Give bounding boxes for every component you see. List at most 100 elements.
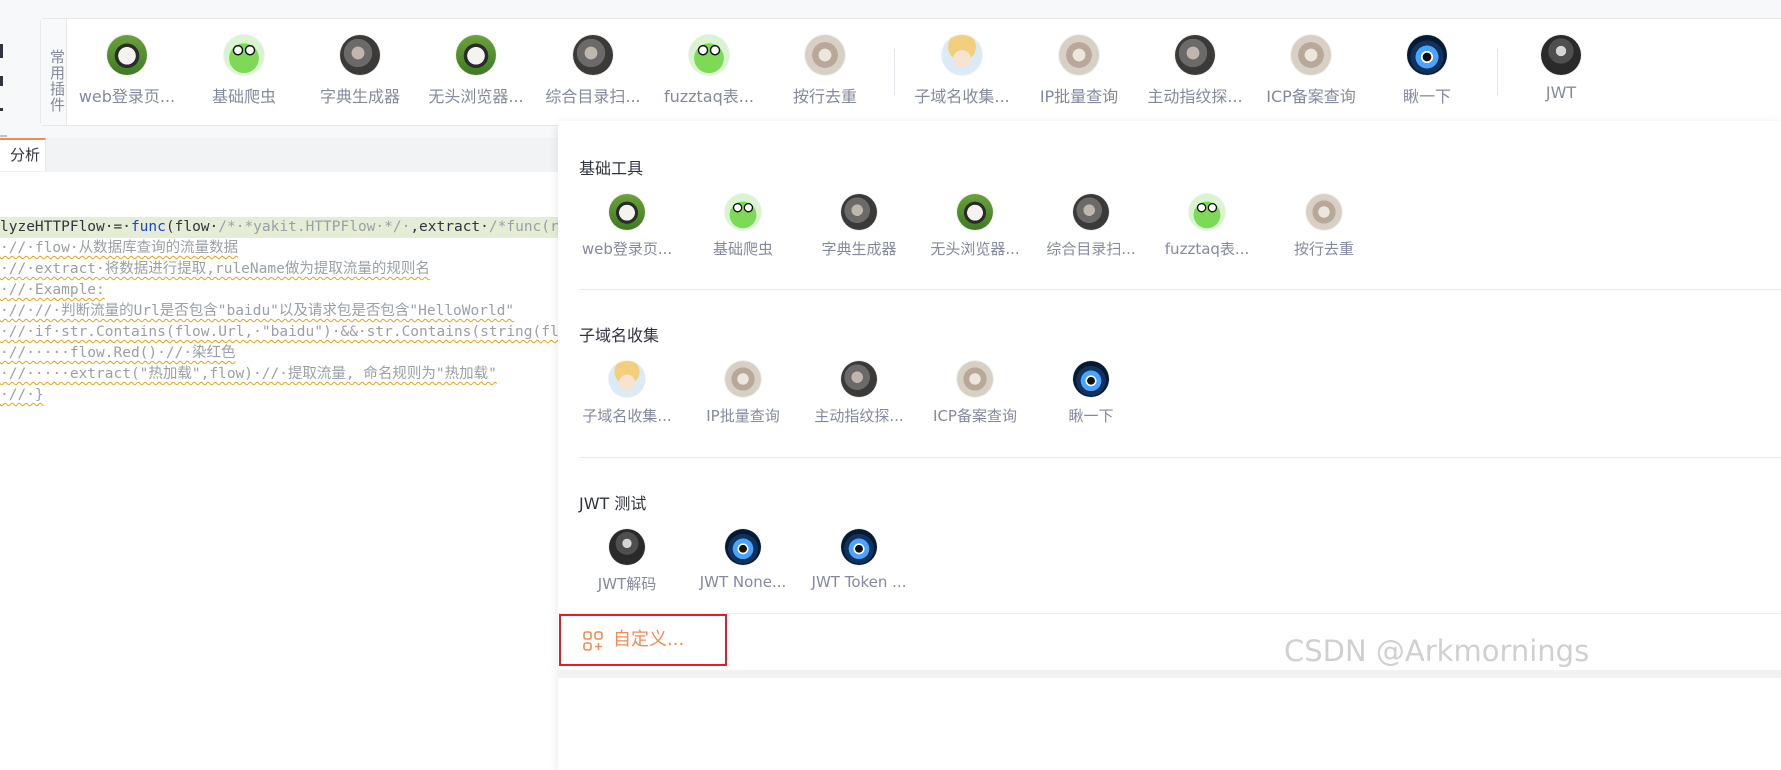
plugin-item[interactable]: 按行去重 <box>763 35 887 107</box>
code-token: lyzeHTTPFlow·=· <box>0 219 131 235</box>
code-line: lyzeHTTPFlow·=·func(flow·/*·*yakit.HTTPF… <box>0 217 560 238</box>
plugin-avatar-icon <box>942 35 982 75</box>
common-plugins-bar: 常用插件 web登录页... 基础爬虫 字典生成器 无头浏览器... 综合目录扫... f… <box>40 18 1781 126</box>
plugin-avatar-icon <box>725 194 761 230</box>
code-line: ·//·····flow.Red()·//·染红色 <box>0 343 236 364</box>
panel-plugin-item[interactable]: fuzztaq表... <box>1149 194 1265 259</box>
edge-glyph <box>0 44 3 58</box>
plugin-avatar-icon <box>841 529 877 565</box>
bottom-strip <box>558 670 1781 678</box>
plugin-label: 无头浏览器... <box>428 87 524 106</box>
code-token: func <box>130 219 166 235</box>
plugin-label: 子域名收集... <box>582 407 672 425</box>
plugin-item[interactable]: IP批量查询 <box>1017 35 1141 107</box>
panel-plugin-item[interactable]: JWT解码 <box>569 529 685 594</box>
plugin-avatar-icon <box>689 35 729 75</box>
panel-plugin-item[interactable]: 基础爬虫 <box>685 194 801 259</box>
plugin-avatar-icon <box>725 529 761 565</box>
plugin-avatar-icon <box>573 35 613 75</box>
code-line: ·//·extract·将数据进行提取,ruleName做为提取流量的规则名 <box>0 259 430 280</box>
plugin-label: 综合目录扫... <box>545 87 641 106</box>
plugin-avatar-icon <box>1541 35 1581 75</box>
plugin-label: 综合目录扫... <box>1046 240 1136 258</box>
plugin-label: JWT <box>1545 83 1577 102</box>
panel-plugin-item[interactable]: ICP备案查询 <box>917 361 1033 426</box>
plugin-avatar-icon <box>1073 194 1109 230</box>
tab-analyzer[interactable]: 分析器 <box>0 138 46 194</box>
plugin-avatar-icon <box>957 361 993 397</box>
panel-plugin-item[interactable]: 瞅一下 <box>1033 361 1149 426</box>
plugin-avatar-icon <box>1189 194 1225 230</box>
plugin-avatar-icon <box>1407 35 1447 75</box>
plugin-avatar-icon <box>456 35 496 75</box>
plugin-item[interactable]: 瞅一下 <box>1365 35 1489 107</box>
plugin-avatar-icon <box>1059 35 1099 75</box>
plugin-item[interactable]: 主动指纹探... <box>1133 35 1257 107</box>
plugin-label: 瞅一下 <box>1068 407 1114 425</box>
plugin-label: 字典生成器 <box>821 240 897 258</box>
plugin-item[interactable]: 子域名收集... <box>900 35 1024 107</box>
plugin-label: IP批量查询 <box>1039 87 1119 106</box>
group-separator <box>579 289 1781 290</box>
plugin-label: 主动指纹探... <box>814 407 904 425</box>
custom-button[interactable]: 自定义... <box>559 614 727 666</box>
plugin-item[interactable]: web登录页... <box>65 35 189 107</box>
plugin-item[interactable]: ICP备案查询 <box>1249 35 1373 107</box>
plugin-avatar-icon <box>805 35 845 75</box>
plugin-item[interactable]: 基础爬虫 <box>182 35 306 107</box>
plugin-avatar-icon <box>957 194 993 230</box>
code-comment: ·//·flow·从数据库查询的流量数据 <box>0 240 239 256</box>
plugin-label: 基础爬虫 <box>712 240 773 258</box>
panel-plugin-item[interactable]: 按行去重 <box>1266 194 1382 259</box>
code-editor[interactable]: lyzeHTTPFlow·=·func(flow·/*·*yakit.HTTPF… <box>0 172 560 770</box>
plugin-item[interactable]: 无头浏览器... <box>414 35 538 107</box>
plugin-item[interactable]: fuzztaq表... <box>647 35 771 107</box>
custom-button-label: 自定义... <box>613 629 685 650</box>
edge-glyph <box>0 108 3 111</box>
panel-plugin-item[interactable]: 字典生成器 <box>801 194 917 259</box>
plugin-avatar-icon <box>224 35 264 75</box>
panel-plugin-item[interactable]: JWT Token ... <box>801 529 917 591</box>
plugin-avatar-icon <box>340 35 380 75</box>
plugin-item[interactable]: 综合目录扫... <box>531 35 655 107</box>
plugin-avatar-icon <box>1073 361 1109 397</box>
plugin-label: web登录页... <box>78 87 176 106</box>
plugin-label: ICP备案查询 <box>1266 87 1356 106</box>
plugin-item[interactable]: 字典生成器 <box>298 35 422 107</box>
plugin-label: fuzztaq表... <box>663 87 755 106</box>
plugin-label: fuzztaq表... <box>1164 240 1250 258</box>
panel-plugin-item[interactable]: 无头浏览器... <box>917 194 1033 259</box>
panel-plugin-item[interactable]: JWT None... <box>685 529 801 591</box>
code-line: ·//·} <box>0 385 44 406</box>
plugin-label: ICP备案查询 <box>933 407 1017 425</box>
panel-plugin-item[interactable]: web登录页... <box>569 194 685 259</box>
plugin-label: JWT解码 <box>597 575 657 593</box>
group-title: 基础工具 <box>579 159 644 178</box>
plugin-item[interactable]: JWT <box>1499 35 1623 102</box>
panel-plugin-item[interactable]: 综合目录扫... <box>1033 194 1149 259</box>
plugin-label: 字典生成器 <box>319 87 400 106</box>
panel-plugin-item[interactable]: 子域名收集... <box>569 361 685 426</box>
code-line: ·//·····extract("热加载",flow)·//·提取流量, 命名规… <box>0 364 497 385</box>
left-edge-fragment: 行 <box>0 36 12 151</box>
plugin-label: JWT Token ... <box>811 573 907 591</box>
apps-grid-icon <box>583 631 603 651</box>
plugin-avatar-icon <box>841 361 877 397</box>
code-token: ,extract· <box>410 219 489 235</box>
plugin-label: 按行去重 <box>1293 240 1354 258</box>
code-comment: ·//·if·str.Contains(flow.Url,·"baidu")·&… <box>0 324 559 340</box>
plugin-avatar-icon <box>107 35 147 75</box>
code-token: /*·*yakit.HTTPFlow·*/· <box>218 219 411 235</box>
group-title: JWT 测试 <box>579 494 647 513</box>
plugin-label: 主动指纹探... <box>1147 87 1243 106</box>
panel-plugin-item[interactable]: IP批量查询 <box>685 361 801 426</box>
plugin-avatar-icon <box>609 361 645 397</box>
plugin-avatar-icon <box>725 361 761 397</box>
code-comment: ·//·//·判断流量的Url是否包含"baidu"以及请求包是否包含"Hell… <box>0 303 515 319</box>
code-line: ·//·if·str.Contains(flow.Url,·"baidu")·&… <box>0 322 559 343</box>
plugin-avatar-icon <box>841 194 877 230</box>
plugin-label: web登录页... <box>581 240 673 258</box>
plugin-label: 基础爬虫 <box>211 87 276 106</box>
panel-plugin-item[interactable]: 主动指纹探... <box>801 361 917 426</box>
plugin-label: 瞅一下 <box>1402 87 1451 106</box>
